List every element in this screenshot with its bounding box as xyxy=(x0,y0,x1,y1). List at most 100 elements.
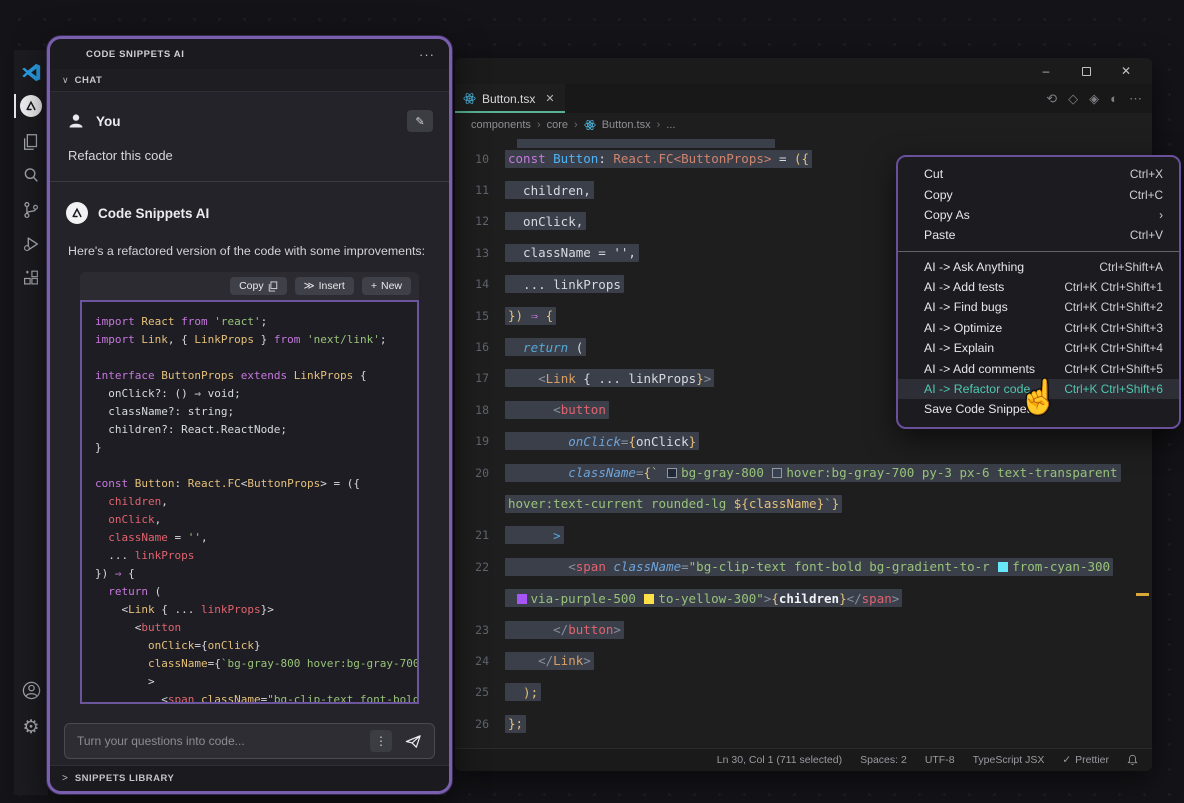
menu-item-ai-optimize[interactable]: AI -> OptimizeCtrl+K Ctrl+Shift+3 xyxy=(898,318,1179,338)
menu-item-label: AI -> Add tests xyxy=(924,280,1004,294)
code-line: children, xyxy=(95,492,417,510)
sidebar-item-code-snippets-ai[interactable] xyxy=(14,92,48,120)
debug-icon xyxy=(21,234,41,254)
breadcrumb-item[interactable]: ... xyxy=(666,119,675,131)
statusbar-item[interactable]: Ln 30, Col 1 (711 selected) xyxy=(717,754,842,766)
chevron-right-icon: > xyxy=(62,773,68,784)
statusbar-item[interactable]: UTF-8 xyxy=(925,754,955,766)
tab-close-icon[interactable]: ✕ xyxy=(545,92,554,105)
line-number: 11 xyxy=(455,183,505,197)
code-token: < xyxy=(95,693,168,705)
more-actions-icon[interactable]: ··· xyxy=(419,47,435,62)
menu-item-ai-find-bugs[interactable]: AI -> Find bugsCtrl+K Ctrl+Shift+2 xyxy=(898,297,1179,317)
insert-label: Insert xyxy=(319,280,345,292)
maximize-button[interactable] xyxy=(1072,60,1100,82)
close-button[interactable]: ✕ xyxy=(1112,60,1140,82)
menu-item-copy-as[interactable]: Copy As› xyxy=(898,205,1179,225)
code-token: < xyxy=(568,559,576,574)
statusbar-item-prettier[interactable]: ✓ Prettier xyxy=(1062,754,1109,766)
search-icon xyxy=(21,165,41,185)
code-token: React.FC<ButtonProps> xyxy=(613,151,771,166)
snippets-library-header[interactable]: > SNIPPETS LIBRARY xyxy=(50,765,449,791)
clipped-selection-fragment xyxy=(517,139,775,148)
code-token: onClick xyxy=(95,513,155,526)
new-snippet-button[interactable]: + New xyxy=(362,277,411,295)
code-line: 23 </button> xyxy=(455,614,1152,645)
code-token: bg-gray-800 xyxy=(681,465,771,480)
code-line: > xyxy=(95,672,417,690)
code-token: button xyxy=(561,402,606,417)
code-line: className?: string; xyxy=(95,402,417,420)
sidebar-item-run-debug[interactable] xyxy=(14,230,48,258)
code-token: }) xyxy=(508,308,531,323)
chat-section-header[interactable]: ∨ CHAT xyxy=(50,69,449,92)
menu-item-paste[interactable]: PasteCtrl+V xyxy=(898,225,1179,245)
code-token: span xyxy=(862,591,892,606)
code-token: ⇒ xyxy=(115,567,122,580)
breadcrumb-item[interactable]: core xyxy=(547,119,568,131)
code-token: Button xyxy=(553,151,598,166)
statusbar-item[interactable]: TypeScript JSX xyxy=(973,754,1045,766)
code-token: linkProps xyxy=(201,603,261,616)
send-button[interactable] xyxy=(400,729,426,753)
code-token: React.FC xyxy=(188,477,241,490)
color-swatch xyxy=(644,594,654,604)
code-token: } xyxy=(839,591,847,606)
statusbar-item[interactable]: Spaces: 2 xyxy=(860,754,907,766)
menu-item-cut[interactable]: CutCtrl+X xyxy=(898,164,1179,184)
edit-message-button[interactable]: ✎ xyxy=(407,110,433,132)
code-token: return xyxy=(508,340,576,355)
navigate-back-icon[interactable]: ⟲ xyxy=(1046,91,1057,107)
account-icon[interactable] xyxy=(14,676,48,704)
notifications-bell-icon[interactable] xyxy=(1127,754,1138,766)
diff-next-icon[interactable]: ◈ xyxy=(1089,91,1099,107)
menu-item-copy[interactable]: CopyCtrl+C xyxy=(898,184,1179,204)
copy-label: Copy xyxy=(239,280,264,292)
code-token: ; xyxy=(261,315,268,328)
minimize-button[interactable]: – xyxy=(1032,60,1060,82)
code-token: ); xyxy=(508,685,538,700)
code-token: { xyxy=(771,591,779,606)
settings-gear-icon[interactable]: ⚙ xyxy=(14,713,48,741)
send-icon xyxy=(405,734,422,749)
breadcrumb-item[interactable]: Button.tsx xyxy=(602,119,651,131)
code-line: const Button: React.FC<ButtonProps> = ({ xyxy=(95,474,417,492)
menu-item-ai-add-comments[interactable]: AI -> Add commentsCtrl+K Ctrl+Shift+5 xyxy=(898,358,1179,378)
code-token: LinkProps xyxy=(194,333,254,346)
menu-item-ai-add-tests[interactable]: AI -> Add testsCtrl+K Ctrl+Shift+1 xyxy=(898,277,1179,297)
copy-button[interactable]: Copy xyxy=(230,277,287,295)
chat-section-title: CHAT xyxy=(75,75,103,86)
overview-ruler-mark xyxy=(1136,593,1149,596)
sidebar-item-source-control[interactable] xyxy=(14,196,48,224)
more-actions-icon[interactable]: ⋯ xyxy=(1129,91,1142,107)
code-token: = xyxy=(681,559,689,574)
kebab-menu-icon[interactable]: ⋮ xyxy=(370,730,392,752)
sidebar-item-explorer[interactable] xyxy=(14,128,48,156)
menu-item-ai-explain[interactable]: AI -> ExplainCtrl+K Ctrl+Shift+4 xyxy=(898,338,1179,358)
chat-input[interactable] xyxy=(77,734,362,748)
code-token: className xyxy=(95,531,168,544)
react-icon xyxy=(463,92,476,105)
insert-button[interactable]: ≫ Insert xyxy=(295,277,354,295)
code-token: : xyxy=(175,477,188,490)
code-token: onClick xyxy=(636,434,689,449)
diff-icon[interactable]: ◇ xyxy=(1068,91,1078,107)
window-titlebar: – ✕ xyxy=(455,58,1152,84)
code-line: 26}; xyxy=(455,708,1152,739)
sidebar-item-extensions[interactable] xyxy=(14,264,48,292)
code-token: > xyxy=(583,653,591,668)
menu-item-shortcut: Ctrl+K Ctrl+Shift+4 xyxy=(1064,341,1163,355)
code-token: < xyxy=(95,621,141,634)
split-editor-icon[interactable]: ◐ xyxy=(1110,91,1118,106)
code-token: onClick, xyxy=(508,214,583,229)
cursor-hand-icon: ☝ xyxy=(1018,378,1059,417)
breadcrumb-item[interactable]: components xyxy=(471,119,531,131)
git-branch-icon xyxy=(21,200,41,220)
code-line: import React from 'react'; xyxy=(95,312,417,330)
menu-item-ai-ask-anything[interactable]: AI -> Ask AnythingCtrl+Shift+A xyxy=(898,257,1179,277)
tab-button-tsx[interactable]: Button.tsx ✕ xyxy=(455,84,565,113)
sidebar-item-search[interactable] xyxy=(14,161,48,189)
code-token: onClick xyxy=(148,639,194,652)
menu-item-label: AI -> Find bugs xyxy=(924,300,1008,314)
menu-item-shortcut: Ctrl+C xyxy=(1129,188,1163,202)
